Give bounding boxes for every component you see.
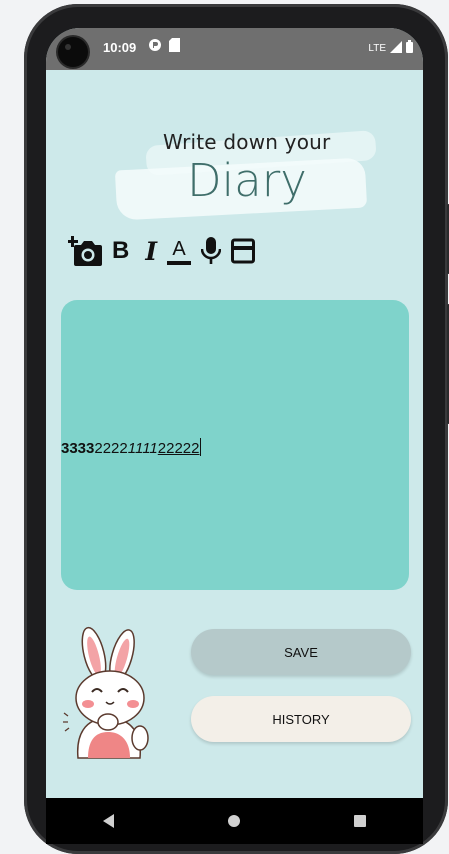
format-toolbar: B I A <box>68 231 265 271</box>
status-time: 10:09 <box>103 40 137 55</box>
italic-icon: I <box>145 236 158 266</box>
front-camera <box>58 37 88 67</box>
app-screen: 10:09 LTE Write down your Diary B I A 33… <box>46 28 423 798</box>
home-icon[interactable] <box>228 815 240 827</box>
title-main: Diary <box>187 154 307 207</box>
status-bar: 10:09 LTE <box>46 28 423 70</box>
italic-button[interactable]: I <box>145 237 157 266</box>
text-caret <box>199 438 201 456</box>
system-nav-bar <box>46 798 423 844</box>
page-title: Write down your Diary <box>46 118 423 228</box>
italic-text-segment: 1111 <box>127 440 158 457</box>
back-icon[interactable] <box>103 814 114 828</box>
microphone-icon <box>201 237 222 264</box>
lens-icon <box>148 38 162 55</box>
battery-icon <box>406 40 413 56</box>
editor-content[interactable]: 33332222111122222 <box>61 438 201 457</box>
plain-text-segment: 2222 <box>94 440 128 457</box>
bold-text-segment: 3333 <box>61 440 95 457</box>
signal-icon <box>390 40 402 56</box>
text-color-bar <box>167 260 192 265</box>
bunny-illustration <box>63 626 149 759</box>
status-right: LTE <box>368 40 413 56</box>
sd-card-icon <box>169 38 180 55</box>
bold-button[interactable]: B <box>112 237 129 265</box>
bold-icon: B <box>112 237 130 264</box>
underline-text-segment: 22222 <box>157 440 200 457</box>
microphone-button[interactable] <box>201 237 222 265</box>
network-type: LTE <box>368 42 386 54</box>
history-button[interactable]: HISTORY <box>191 696 411 742</box>
save-button[interactable]: SAVE <box>191 629 411 675</box>
card-icon <box>231 238 256 264</box>
card-button[interactable] <box>231 238 256 264</box>
add-photo-button[interactable] <box>68 236 102 266</box>
text-color-button[interactable]: A <box>167 237 192 265</box>
text-color-icon: A <box>172 237 186 260</box>
add-photo-icon <box>68 236 102 266</box>
recents-icon[interactable] <box>354 815 366 827</box>
title-subtitle: Write down your <box>163 130 331 154</box>
